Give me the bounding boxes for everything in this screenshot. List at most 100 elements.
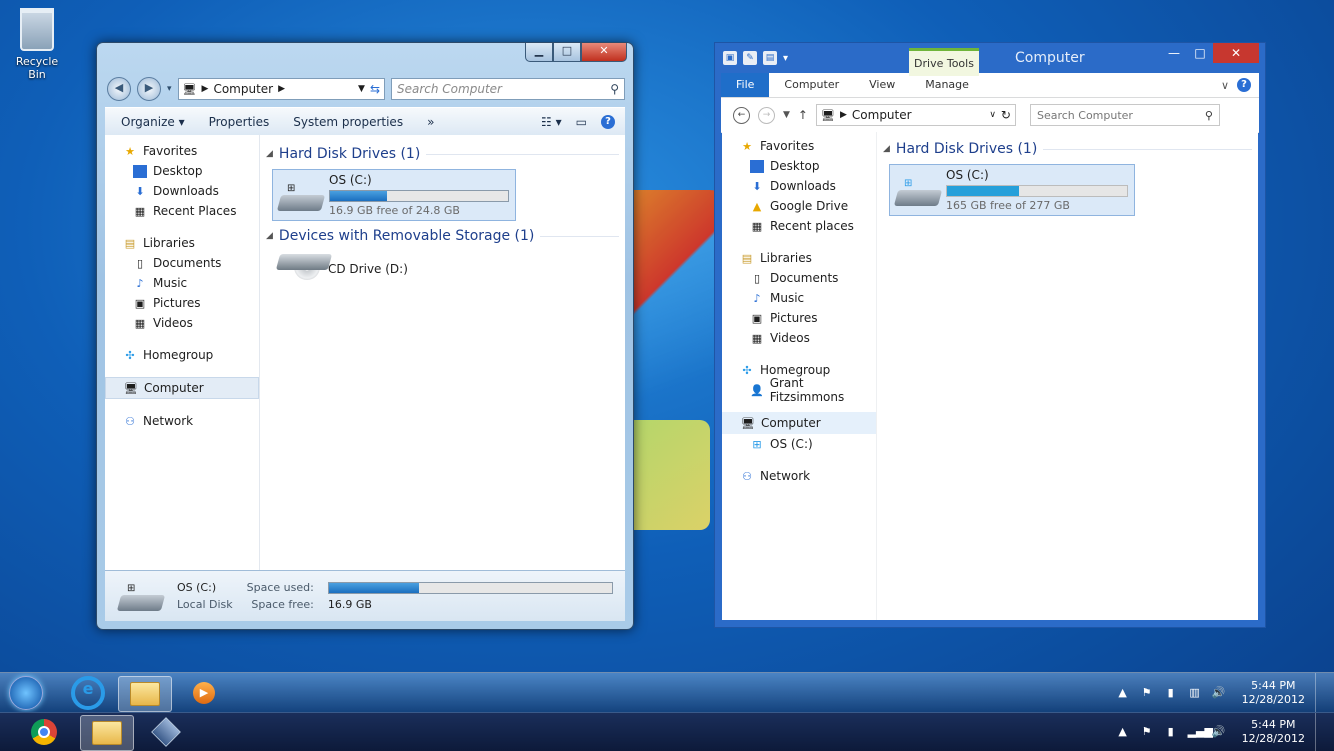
preview-pane-icon[interactable]: ▭	[576, 115, 587, 129]
search-icon[interactable]: ⚲	[1205, 109, 1213, 122]
win7-search-box[interactable]: Search Computer ⚲	[391, 78, 625, 100]
win8-nav-desktop[interactable]: Desktop	[722, 156, 876, 176]
collapse-triangle-icon[interactable]: ◢	[266, 231, 273, 241]
win7-nav-documents[interactable]: ▯ Documents	[105, 253, 259, 273]
tab-view[interactable]: View	[854, 73, 910, 97]
win8-nav-libraries[interactable]: ▤ Libraries	[722, 248, 876, 268]
win8-nav-downloads[interactable]: ⬇ Downloads	[722, 176, 876, 196]
win8-nav-network[interactable]: ⚇ Network	[722, 466, 876, 486]
start-button[interactable]	[0, 676, 52, 710]
win8-maximize-button[interactable]: □	[1187, 43, 1213, 63]
customize-toolbar-icon[interactable]: ▾	[783, 53, 788, 64]
win8-group-hard-disk[interactable]: ◢ Hard Disk Drives (1)	[883, 138, 1252, 160]
show-desktop-button[interactable]	[1315, 673, 1326, 713]
win8-nav-favorites[interactable]: ★ Favorites	[722, 136, 876, 156]
win8-forward-button[interactable]: →	[758, 106, 775, 124]
recycle-bin-shortcut[interactable]: Recycle Bin	[6, 8, 68, 81]
win7-organize-button[interactable]: Organize ▾	[121, 115, 185, 129]
computer-icon[interactable]: ▣	[723, 51, 737, 65]
win7-drive-d[interactable]: CD Drive (D:)	[272, 251, 514, 297]
wifi-signal-icon[interactable]: ▂▄▆	[1188, 725, 1213, 739]
win7-maximize-button[interactable]: □	[553, 43, 581, 62]
win7-clock[interactable]: 5:44 PM 12/28/2012	[1242, 679, 1305, 707]
win7-group-hard-disk[interactable]: ◢ Hard Disk Drives (1)	[266, 143, 619, 165]
win8-nav-documents[interactable]: ▯ Documents	[722, 268, 876, 288]
win7-drive-c[interactable]: ⊞ OS (C:) 16.9 GB free of 24.8 GB	[272, 169, 516, 221]
win7-nav-downloads[interactable]: ⬇ Downloads	[105, 181, 259, 201]
expand-ribbon-icon[interactable]: ∨	[1221, 79, 1229, 92]
properties-icon[interactable]: ✎	[743, 51, 757, 65]
win7-nav-videos[interactable]: ▦ Videos	[105, 313, 259, 333]
help-icon[interactable]: ?	[601, 115, 615, 129]
win7-group-removable[interactable]: ◢ Devices with Removable Storage (1)	[266, 225, 619, 247]
recent-locations-icon[interactable]: ▼	[783, 110, 790, 120]
volume-icon[interactable]: 🔊	[1212, 725, 1226, 739]
refresh-icon[interactable]: ↻	[1001, 108, 1011, 122]
win7-system-properties-button[interactable]: System properties	[293, 115, 403, 129]
volume-icon[interactable]: 🔊	[1212, 686, 1226, 700]
up-arrow-icon[interactable]: ↑	[798, 108, 808, 122]
battery-icon[interactable]: ▮	[1164, 725, 1178, 739]
win8-close-button[interactable]: ✕	[1213, 43, 1259, 63]
collapse-triangle-icon[interactable]: ◢	[883, 144, 890, 154]
win7-nav-network[interactable]: ⚇ Network	[105, 411, 259, 431]
win7-nav-music[interactable]: ♪ Music	[105, 273, 259, 293]
win8-breadcrumb-computer[interactable]: Computer	[852, 108, 912, 122]
win8-clock[interactable]: 5:44 PM 12/28/2012	[1242, 718, 1305, 746]
action-center-flag-icon[interactable]: ⚑	[1140, 686, 1154, 700]
win8-nav-os-c[interactable]: ⊞ OS (C:)	[722, 434, 876, 454]
search-icon[interactable]: ⚲	[610, 82, 619, 96]
win7-nav-pictures[interactable]: ▣ Pictures	[105, 293, 259, 313]
win8-back-button[interactable]: ←	[733, 106, 750, 124]
win8-address-bar[interactable]: 🖥 ▶ Computer ∨ ↻	[815, 104, 1016, 126]
tab-file[interactable]: File	[721, 73, 770, 97]
win7-properties-button[interactable]: Properties	[209, 115, 270, 129]
win7-nav-computer[interactable]: 🖥 Computer	[105, 377, 259, 399]
win7-address-bar[interactable]: 🖥 ▶ Computer ▶ ▼ ⇆	[177, 78, 385, 100]
battery-icon[interactable]: ▮	[1164, 686, 1178, 700]
win8-search-input[interactable]: Search Computer	[1037, 109, 1133, 122]
tab-computer[interactable]: Computer	[769, 73, 854, 97]
win8-nav-computer[interactable]: 🖥 Computer	[722, 412, 876, 434]
address-dropdown-icon[interactable]: ▼	[358, 84, 365, 94]
win8-search-box[interactable]: Search Computer ⚲	[1029, 104, 1220, 126]
win8-nav-user[interactable]: 👤 Grant Fitzsimmons	[722, 376, 876, 404]
address-dropdown-icon[interactable]: ∨	[989, 110, 996, 120]
win8-nav-pictures[interactable]: ▣ Pictures	[722, 308, 876, 328]
action-center-flag-icon[interactable]: ⚑	[1140, 725, 1154, 739]
win7-nav-homegroup[interactable]: ✣ Homegroup	[105, 345, 259, 365]
show-desktop-button[interactable]	[1315, 713, 1326, 751]
win8-nav-music[interactable]: ♪ Music	[722, 288, 876, 308]
win8-drive-c[interactable]: ⊞ OS (C:) 165 GB free of 277 GB	[889, 164, 1135, 216]
drive-tools-contextual-tab[interactable]: Drive Tools	[909, 48, 979, 76]
taskbar-media-player[interactable]: ▶	[178, 676, 230, 710]
show-hidden-icons-icon[interactable]: ▲	[1116, 725, 1130, 739]
network-status-icon[interactable]: ▥	[1188, 686, 1202, 700]
collapse-triangle-icon[interactable]: ◢	[266, 149, 273, 159]
view-options-icon[interactable]: ☷ ▾	[541, 115, 562, 129]
win7-minimize-button[interactable]: ▁	[525, 43, 553, 62]
refresh-icon[interactable]: ⇆	[370, 82, 380, 96]
win7-recent-dropdown-icon[interactable]: ▾	[167, 84, 172, 94]
show-hidden-icons-icon[interactable]: ▲	[1116, 686, 1130, 700]
win7-search-input[interactable]: Search Computer	[397, 82, 502, 96]
win7-nav-desktop[interactable]: Desktop	[105, 161, 259, 181]
help-icon[interactable]: ?	[1237, 78, 1251, 92]
win7-nav-libraries[interactable]: ▤ Libraries	[105, 233, 259, 253]
win8-nav-videos[interactable]: ▦ Videos	[722, 328, 876, 348]
taskbar-explorer[interactable]	[118, 676, 172, 712]
taskbar-virtualbox[interactable]	[140, 715, 192, 749]
taskbar-file-explorer[interactable]	[80, 715, 134, 751]
win7-forward-button[interactable]: ▶	[137, 77, 161, 101]
win8-nav-recent-places[interactable]: ▦ Recent places	[722, 216, 876, 236]
taskbar-internet-explorer[interactable]: e	[62, 676, 114, 710]
win7-nav-recent-places[interactable]: ▦ Recent Places	[105, 201, 259, 221]
win8-minimize-button[interactable]: —	[1161, 43, 1187, 63]
win7-close-button[interactable]: ✕	[581, 43, 627, 62]
win8-nav-google-drive[interactable]: ▲ Google Drive	[722, 196, 876, 216]
win7-back-button[interactable]: ◀	[107, 77, 131, 101]
tab-manage[interactable]: Manage	[910, 73, 984, 97]
win7-breadcrumb-computer[interactable]: Computer	[213, 82, 273, 96]
win7-more-commands-button[interactable]: »	[427, 115, 434, 129]
new-folder-icon[interactable]: ▤	[763, 51, 777, 65]
